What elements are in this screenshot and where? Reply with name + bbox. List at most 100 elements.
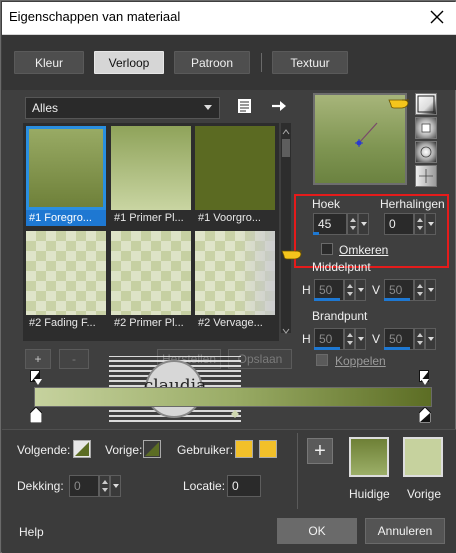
focus-h-dropdown[interactable] (355, 328, 366, 350)
tab-kleur[interactable]: Kleur (14, 51, 84, 74)
link-label: Koppelen (335, 354, 386, 368)
location-input[interactable]: 0 (227, 475, 261, 497)
current-gradient-swatch[interactable] (349, 437, 389, 477)
gallery-item[interactable]: #2 Vervage... (195, 231, 275, 329)
focus-v-dropdown[interactable] (425, 328, 436, 350)
tab-separator (261, 53, 262, 72)
scroll-down-icon[interactable] (282, 324, 290, 334)
center-v-stepper[interactable] (414, 279, 425, 301)
color-stop-end[interactable] (418, 406, 432, 424)
gradient-bar[interactable] (34, 387, 432, 407)
angle-slider[interactable] (313, 232, 319, 235)
previous-stop-button[interactable] (143, 440, 161, 458)
export-button[interactable] (270, 97, 288, 115)
center-v-dropdown[interactable] (425, 279, 436, 301)
opacity-input[interactable]: 0 (69, 475, 99, 497)
opacity-dropdown[interactable] (110, 475, 121, 497)
center-label: Middelpunt (312, 260, 371, 274)
gallery-item-label: #1 Primer Pl... (114, 212, 184, 224)
user-color-1[interactable] (235, 440, 253, 458)
gallery-item-label: #1 Voorgro... (198, 212, 261, 224)
scroll-up-icon[interactable] (282, 125, 290, 135)
next-label: Volgende: (17, 443, 71, 457)
linear-gradient-icon (417, 95, 435, 113)
gradient-swatch (195, 126, 275, 210)
tab-verloop[interactable]: Verloop (94, 51, 164, 74)
center-v-slider[interactable] (384, 298, 410, 301)
angle-dropdown[interactable] (358, 213, 369, 235)
tab-bar: Kleur Verloop Patroon Textuur (2, 35, 456, 90)
plus-icon: + (314, 440, 326, 462)
opacity-pointer-start (34, 379, 42, 385)
focus-h-label: H (302, 332, 311, 346)
rectangular-gradient-icon (421, 123, 431, 133)
gallery-item-label: #2 Vervage... (198, 317, 263, 329)
next-stop-button[interactable] (73, 440, 91, 458)
add-gradient-button[interactable]: + (25, 349, 51, 369)
location-label: Locatie: (183, 479, 226, 493)
opacity-pointer-end (421, 379, 429, 385)
angle-label: Hoek (312, 197, 341, 211)
gallery-item[interactable]: #2 Fading F... (26, 231, 106, 329)
gradient-swatch (26, 126, 106, 210)
midpoint-marker[interactable] (231, 407, 239, 418)
link-checkbox[interactable] (316, 354, 328, 366)
sunburst-gradient-icon (419, 169, 433, 183)
pointer-hand-icon (281, 247, 305, 261)
gradient-swatch (111, 231, 191, 315)
previous-gradient-swatch[interactable] (403, 437, 443, 477)
sunburst-style-button[interactable] (415, 165, 437, 187)
linear-style-button[interactable] (415, 93, 437, 115)
gallery-item[interactable]: #1 Primer Pl... (111, 126, 191, 224)
material-properties-dialog: Eigenschappen van materiaal Kleur Verloo… (0, 0, 456, 553)
opacity-stepper[interactable] (99, 475, 110, 497)
gallery-item[interactable]: #1 Foregro... (26, 126, 106, 226)
gradient-gallery: #1 Foregro... #1 Primer Pl... #1 Voorgro… (23, 123, 279, 341)
category-dropdown[interactable]: Alles (25, 97, 220, 119)
repeats-label: Herhalingen (380, 197, 445, 211)
previous-stop-label: Vorige: (105, 443, 143, 457)
chevron-down-icon (204, 105, 212, 110)
center-h-stepper[interactable] (344, 279, 355, 301)
invert-label: Omkeren (339, 243, 389, 257)
list-view-button[interactable] (236, 97, 254, 115)
focus-h-slider[interactable] (314, 347, 340, 350)
close-icon (430, 10, 444, 24)
gallery-item[interactable]: #1 Voorgro... (195, 126, 275, 224)
next-stop-icon (75, 442, 89, 456)
repeats-input[interactable]: 0 (384, 213, 414, 235)
remove-gradient-button[interactable]: - (59, 349, 89, 369)
ok-button[interactable]: OK (277, 518, 357, 544)
scrollbar-thumb[interactable] (282, 139, 290, 157)
focus-v-label: V (372, 332, 381, 346)
focus-v-slider[interactable] (384, 347, 410, 350)
list-view-icon (238, 99, 251, 113)
repeats-dropdown[interactable] (425, 213, 436, 235)
current-label: Huidige (349, 487, 390, 501)
invert-checkbox[interactable] (321, 243, 333, 255)
angle-stepper[interactable] (347, 213, 358, 235)
panel-divider (297, 433, 298, 509)
center-h-dropdown[interactable] (355, 279, 366, 301)
radial-gradient-icon (420, 146, 432, 158)
repeats-stepper[interactable] (414, 213, 425, 235)
cancel-button[interactable]: Annuleren (365, 518, 445, 544)
color-stop-start[interactable] (29, 406, 43, 424)
gallery-item-label: #1 Foregro... (26, 210, 106, 226)
user-color-2[interactable] (259, 440, 277, 458)
add-color-button[interactable]: + (307, 438, 333, 464)
focus-label: Brandpunt (312, 309, 368, 323)
focus-h-stepper[interactable] (344, 328, 355, 350)
gradient-swatch (111, 126, 191, 210)
rectangular-style-button[interactable] (415, 117, 437, 139)
help-link[interactable]: Help (19, 525, 44, 539)
radial-style-button[interactable] (415, 141, 437, 163)
gallery-item-label: #2 Primer Pl... (114, 317, 184, 329)
close-button[interactable] (422, 3, 452, 31)
tab-patroon[interactable]: Patroon (174, 51, 250, 74)
focus-v-stepper[interactable] (414, 328, 425, 350)
gallery-item[interactable]: #2 Primer Pl... (111, 231, 191, 329)
center-h-slider[interactable] (314, 298, 340, 301)
tab-textuur[interactable]: Textuur (272, 51, 348, 74)
gallery-item-label: #2 Fading F... (29, 317, 96, 329)
